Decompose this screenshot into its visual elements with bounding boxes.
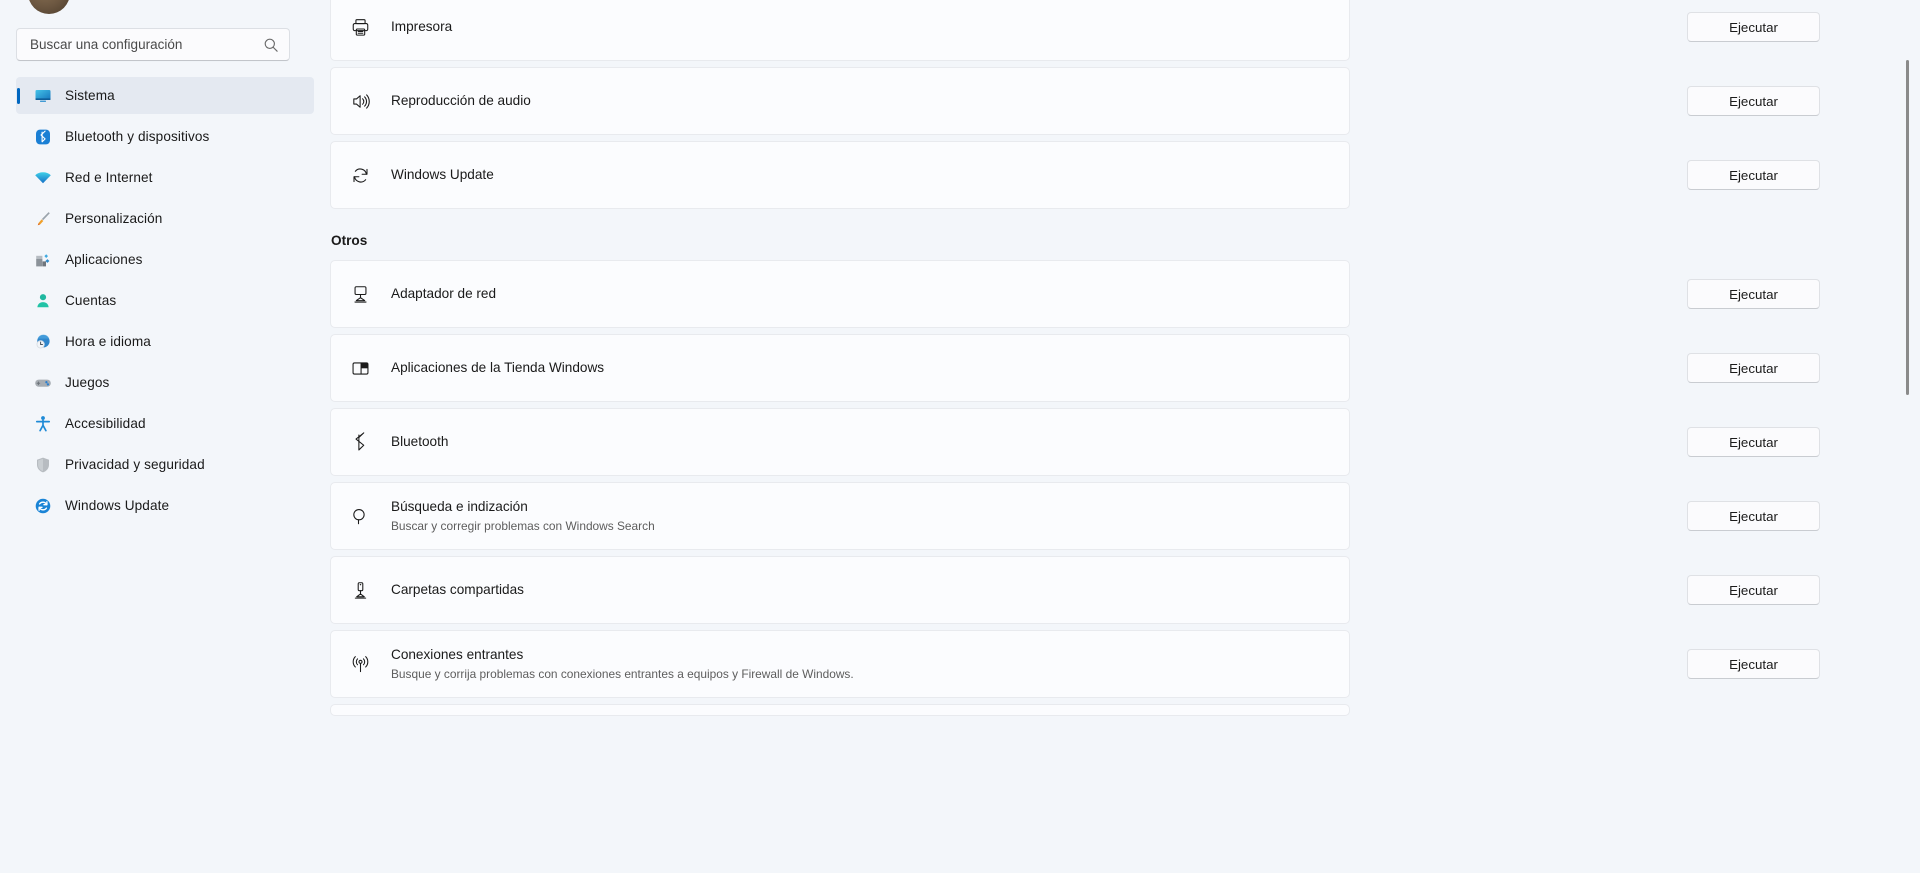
row-subtitle: Buscar y corregir problemas con Windows … <box>391 518 655 533</box>
sidebar-item-label: Red e Internet <box>65 170 153 185</box>
sidebar-item-privacidad-y-seguridad[interactable]: Privacidad y seguridad <box>16 446 314 483</box>
run-button[interactable]: Ejecutar <box>1687 12 1820 42</box>
troubleshooters-list: Impresora Ejecutar Reproducción de audio… <box>330 0 1920 716</box>
run-button[interactable]: Ejecutar <box>1687 649 1820 679</box>
run-button[interactable]: Ejecutar <box>1687 279 1820 309</box>
section-heading-otros: Otros <box>331 233 368 248</box>
shared-folder-icon <box>349 579 371 601</box>
sidebar-item-windows-update[interactable]: Windows Update <box>16 487 314 524</box>
row-title: Bluetooth <box>391 433 449 449</box>
row-title: Búsqueda e indización <box>391 498 528 514</box>
row-text: Bluetooth <box>391 433 1331 451</box>
apps-icon <box>34 251 52 269</box>
sidebar-item-accesibilidad[interactable]: Accesibilidad <box>16 405 314 442</box>
table-row[interactable] <box>330 704 1350 716</box>
table-row[interactable]: Conexiones entrantes Busque y corrija pr… <box>330 630 1820 698</box>
run-button[interactable]: Ejecutar <box>1687 353 1820 383</box>
accessibility-icon <box>34 415 52 433</box>
row-text: Adaptador de red <box>391 285 1331 303</box>
bluetooth-outline-icon <box>349 431 371 453</box>
row-text: Aplicaciones de la Tienda Windows <box>391 359 1331 377</box>
sidebar-item-personalizacion[interactable]: Personalización <box>16 200 314 237</box>
main-content: Impresora Ejecutar Reproducción de audio… <box>330 0 1920 873</box>
sidebar-item-label: Bluetooth y dispositivos <box>65 129 210 144</box>
wifi-icon <box>34 169 52 187</box>
vertical-scrollbar[interactable] <box>1902 0 1914 873</box>
table-row[interactable]: Adaptador de red Ejecutar <box>330 260 1820 328</box>
refresh-icon <box>349 164 371 186</box>
magnifier-icon <box>349 505 371 527</box>
system-monitor-icon <box>34 87 52 105</box>
row-title: Carpetas compartidas <box>391 581 524 597</box>
table-row[interactable]: Aplicaciones de la Tienda Windows Ejecut… <box>330 334 1820 402</box>
run-button[interactable]: Ejecutar <box>1687 501 1820 531</box>
row-subtitle: Busque y corrija problemas con conexione… <box>391 666 854 681</box>
table-row[interactable]: Búsqueda e indización Buscar y corregir … <box>330 482 1820 550</box>
row-title: Windows Update <box>391 166 494 182</box>
search-icon <box>263 37 279 53</box>
row-text: Impresora <box>391 18 1331 36</box>
sidebar-item-hora-e-idioma[interactable]: Hora e idioma <box>16 323 314 360</box>
table-row[interactable]: Bluetooth Ejecutar <box>330 408 1820 476</box>
printer-icon <box>349 16 371 38</box>
run-button[interactable]: Ejecutar <box>1687 427 1820 457</box>
sidebar: Sistema Bluetooth y dispositivos R <box>0 0 330 873</box>
sidebar-item-juegos[interactable]: Juegos <box>16 364 314 401</box>
speaker-icon <box>349 90 371 112</box>
run-button[interactable]: Ejecutar <box>1687 160 1820 190</box>
search-input[interactable] <box>30 37 263 52</box>
gamepad-icon <box>34 374 52 392</box>
sidebar-item-cuentas[interactable]: Cuentas <box>16 282 314 319</box>
row-title: Reproducción de audio <box>391 92 531 108</box>
table-row[interactable]: Impresora Ejecutar <box>330 0 1820 61</box>
row-title: Impresora <box>391 18 453 34</box>
search-container <box>16 28 290 61</box>
sidebar-item-label: Sistema <box>65 88 115 103</box>
table-row[interactable]: Windows Update Ejecutar <box>330 141 1820 209</box>
table-row[interactable]: Carpetas compartidas Ejecutar <box>330 556 1820 624</box>
sidebar-item-red-e-internet[interactable]: Red e Internet <box>16 159 314 196</box>
sidebar-item-label: Juegos <box>65 375 110 390</box>
sidebar-item-aplicaciones[interactable]: Aplicaciones <box>16 241 314 278</box>
store-app-icon <box>349 357 371 379</box>
shield-icon <box>34 456 52 474</box>
sidebar-item-label: Cuentas <box>65 293 117 308</box>
sidebar-item-bluetooth-y-dispositivos[interactable]: Bluetooth y dispositivos <box>16 118 314 155</box>
row-text: Búsqueda e indización Buscar y corregir … <box>391 498 1331 535</box>
run-button[interactable]: Ejecutar <box>1687 575 1820 605</box>
paintbrush-icon <box>34 210 52 228</box>
person-icon <box>34 292 52 310</box>
sidebar-item-sistema[interactable]: Sistema <box>16 77 314 114</box>
bluetooth-icon <box>34 128 52 146</box>
row-text: Reproducción de audio <box>391 92 1331 110</box>
row-text: Carpetas compartidas <box>391 581 1331 599</box>
table-row[interactable]: Reproducción de audio Ejecutar <box>330 67 1820 135</box>
broadcast-icon <box>349 653 371 675</box>
network-adapter-icon <box>349 283 371 305</box>
row-title: Adaptador de red <box>391 285 497 301</box>
account-header <box>0 0 330 14</box>
sidebar-item-label: Windows Update <box>65 498 170 513</box>
sidebar-item-label: Hora e idioma <box>65 334 151 349</box>
row-text: Conexiones entrantes Busque y corrija pr… <box>391 646 1331 683</box>
sidebar-item-label: Personalización <box>65 211 163 226</box>
row-text: Windows Update <box>391 166 1331 184</box>
avatar[interactable] <box>28 0 70 14</box>
clock-globe-icon <box>34 333 52 351</box>
sidebar-item-label: Privacidad y seguridad <box>65 457 205 472</box>
run-button[interactable]: Ejecutar <box>1687 86 1820 116</box>
row-title: Aplicaciones de la Tienda Windows <box>391 359 605 375</box>
sidebar-nav: Sistema Bluetooth y dispositivos Red e I… <box>0 77 330 524</box>
search-box[interactable] <box>16 28 290 61</box>
scrollbar-thumb[interactable] <box>1906 60 1909 395</box>
sidebar-item-label: Aplicaciones <box>65 252 143 267</box>
windows-update-icon <box>34 497 52 515</box>
row-title: Conexiones entrantes <box>391 646 524 662</box>
sidebar-item-label: Accesibilidad <box>65 416 146 431</box>
